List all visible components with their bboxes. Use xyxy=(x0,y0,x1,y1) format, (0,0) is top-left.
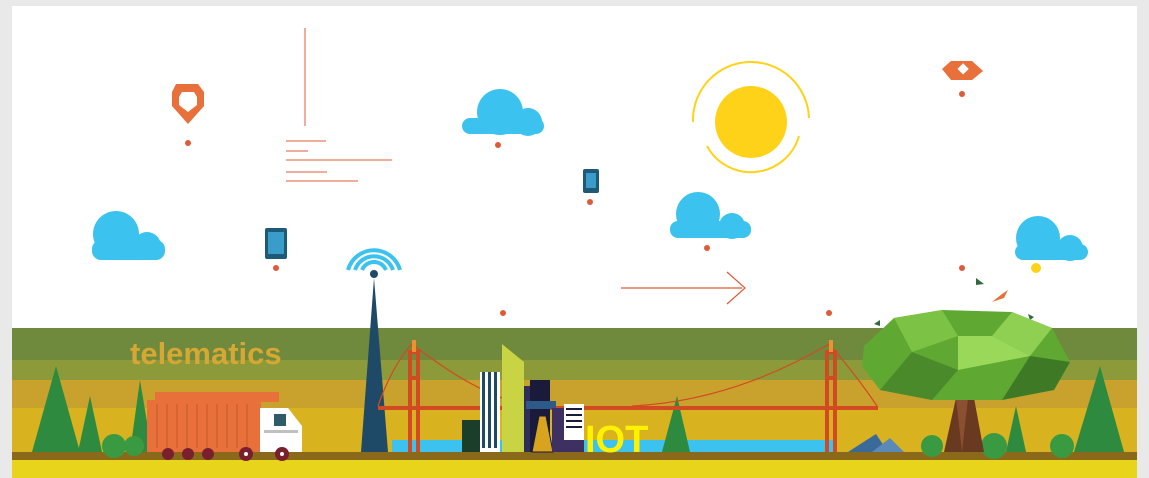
telematics-label: telematics xyxy=(130,336,282,371)
scene-svg: telematics IOT xyxy=(12,6,1137,478)
iot-telematics-scene: telematics IOT xyxy=(12,6,1137,478)
illustration-frame: telematics IOT xyxy=(0,0,1149,478)
iot-label: IOT xyxy=(585,419,648,461)
ground-bottom xyxy=(12,460,1137,478)
road xyxy=(12,452,1137,460)
sun-dot xyxy=(1031,263,1041,273)
tablet-icon xyxy=(265,228,287,259)
tablet-icon xyxy=(583,169,599,193)
